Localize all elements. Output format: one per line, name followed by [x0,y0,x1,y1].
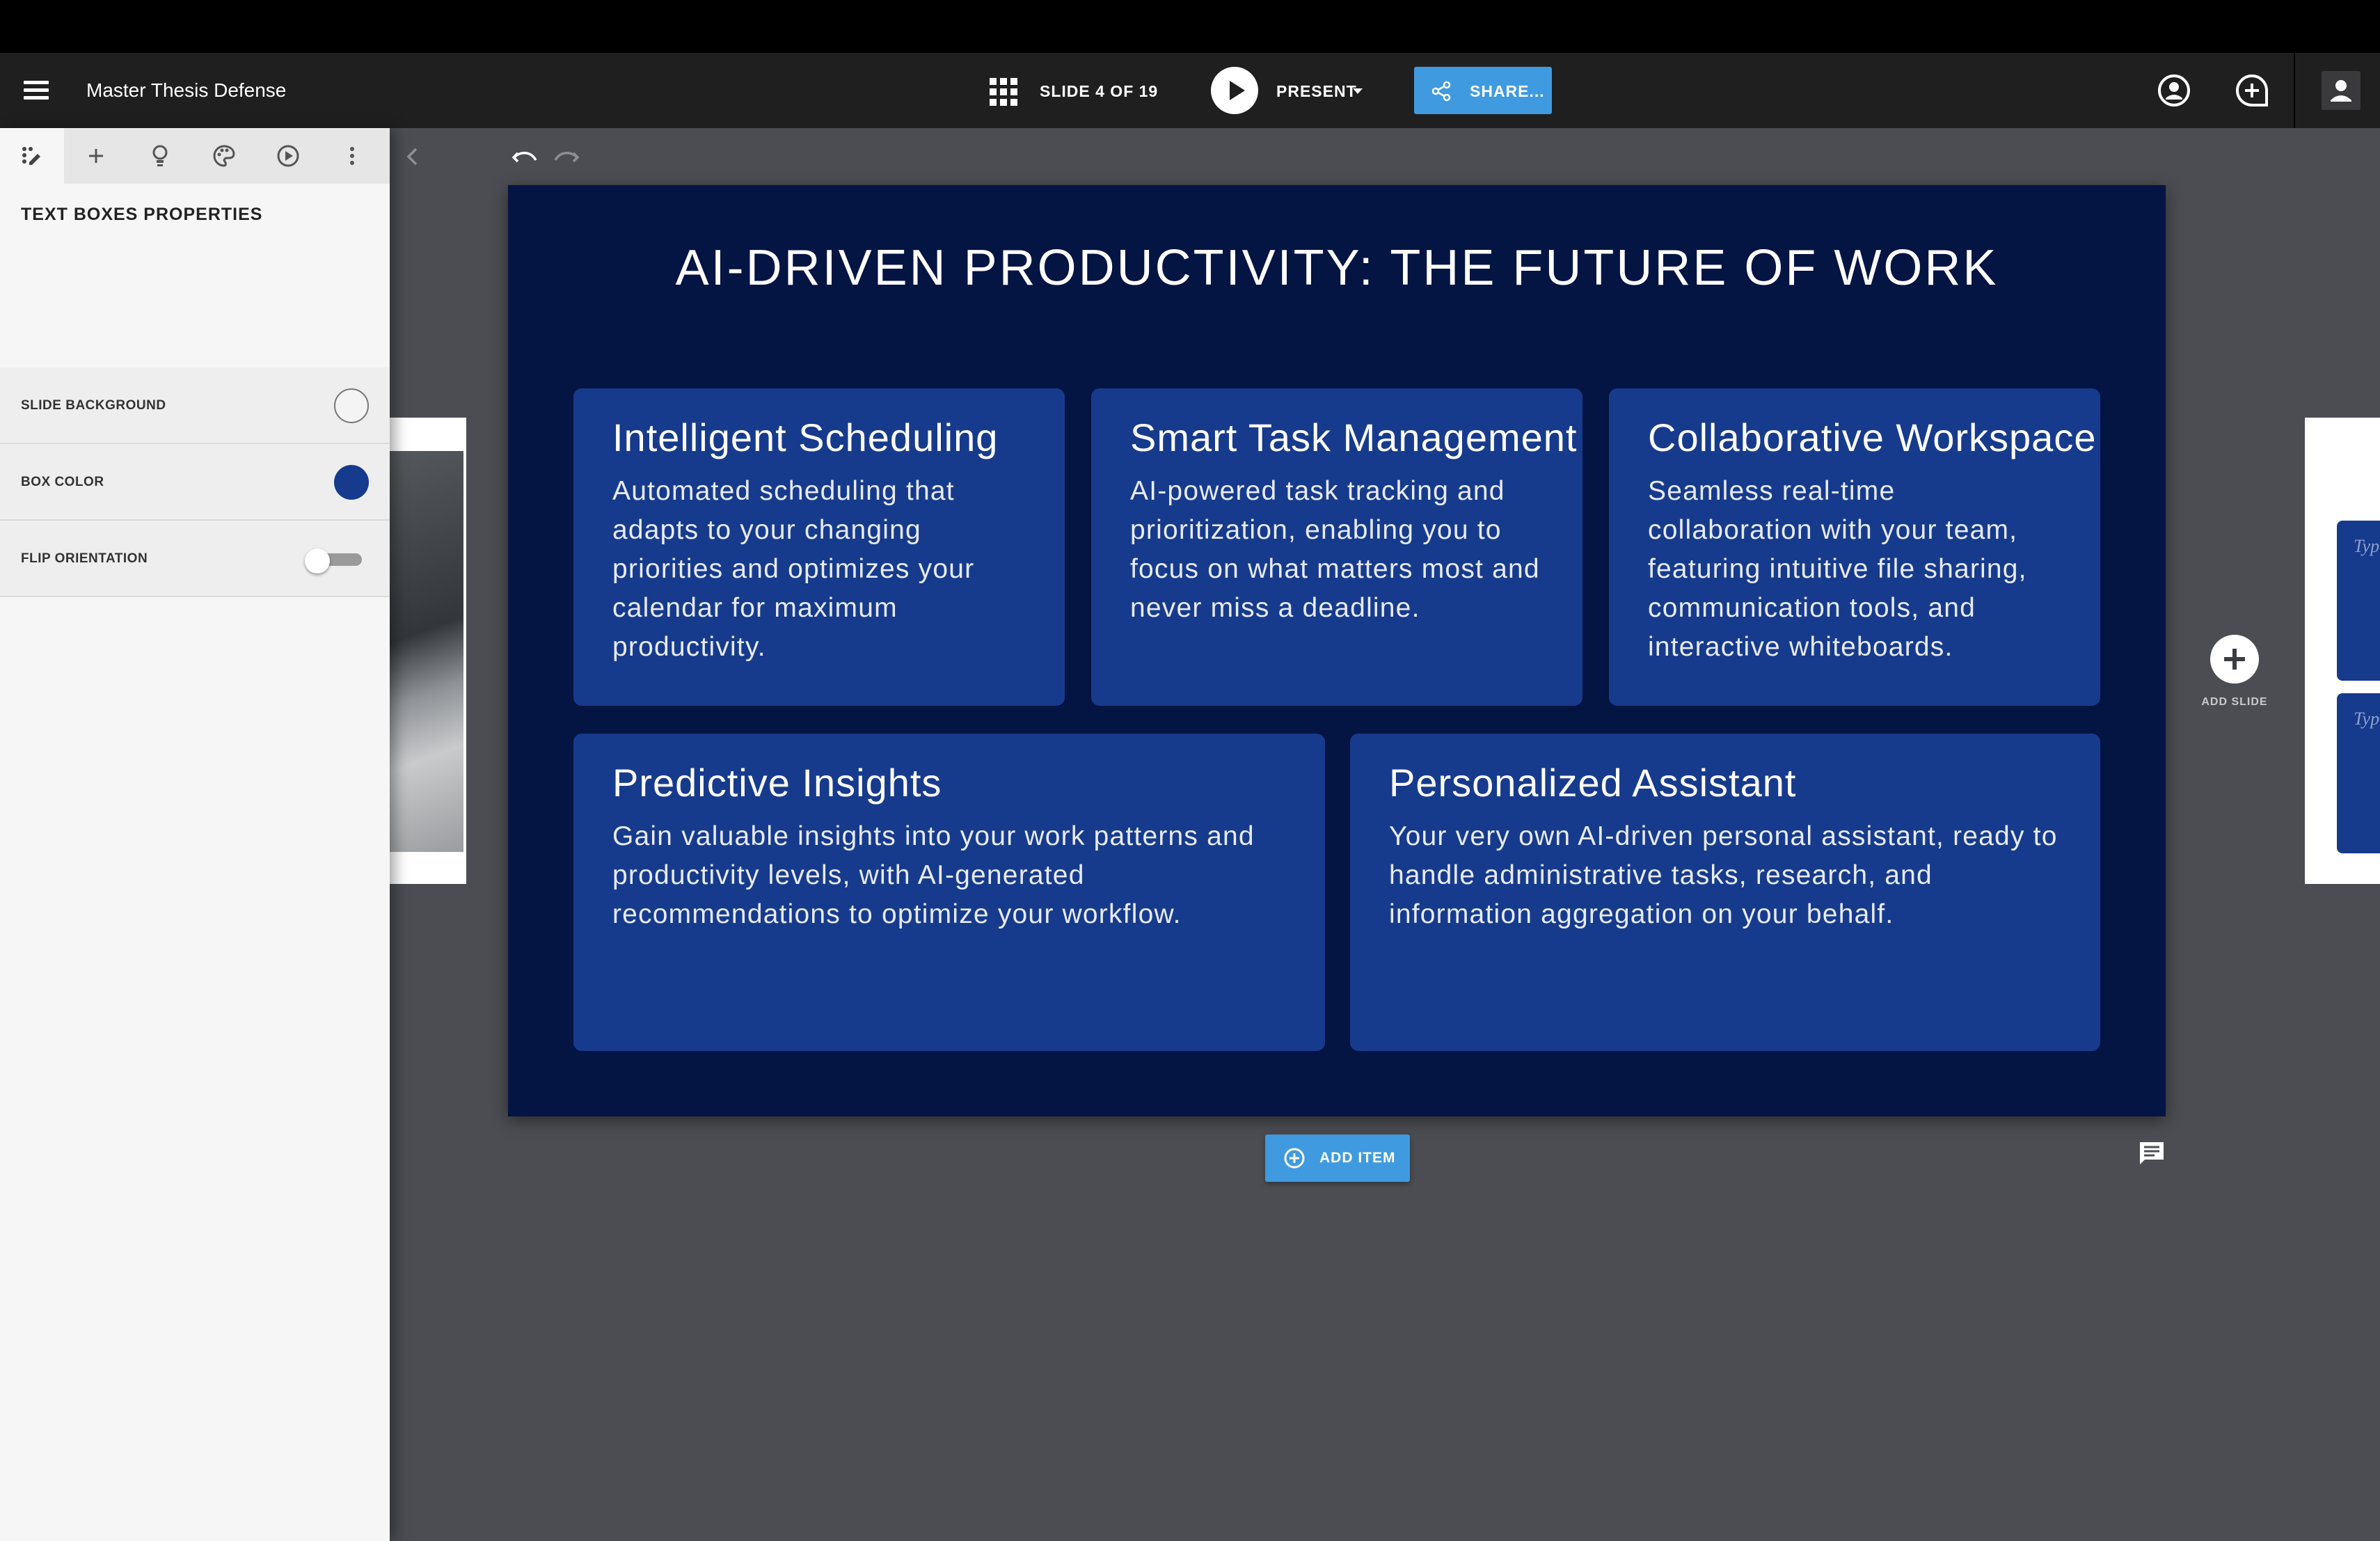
property-flip-orientation: FLIP ORIENTATION [0,521,390,597]
panel-toolbar [0,128,390,184]
avatar-icon [2322,71,2361,110]
card-body[interactable]: AI-powered task tracking and prioritizat… [1130,472,1545,628]
palette-icon[interactable] [192,128,256,184]
box-color-swatch[interactable] [334,465,369,500]
add-item-label: ADD ITEM [1319,1150,1396,1166]
slide-title[interactable]: AI-DRIVEN PRODUCTIVITY: THE FUTURE OF WO… [508,237,2166,299]
slide-grid-icon[interactable] [990,78,1017,106]
text-box-card[interactable]: Predictive Insights Gain valuable insigh… [573,734,1325,1051]
card-title[interactable]: Predictive Insights [612,759,1287,807]
flip-orientation-toggle[interactable] [305,548,363,574]
undo-icon[interactable] [512,145,539,168]
property-label: SLIDE BACKGROUND [21,398,166,413]
text-box-card[interactable]: Smart Task Management AI-powered task tr… [1091,388,1582,706]
add-circle-icon [1284,1148,1305,1169]
caret-down-icon[interactable] [1353,88,1363,94]
card-title[interactable]: Smart Task Management [1130,413,1576,462]
slide-canvas[interactable]: AI-DRIVEN PRODUCTIVITY: THE FUTURE OF WO… [508,185,2166,1116]
card-body[interactable]: Gain valuable insights into your work pa… [612,817,1287,934]
slide-counter[interactable]: SLIDE 4 OF 19 [1040,81,1158,102]
add-slide-button[interactable] [2210,635,2259,683]
slide-background-swatch[interactable] [334,388,369,423]
chevron-left-icon[interactable] [404,146,422,167]
share-icon [1431,81,1451,102]
card-title[interactable]: Collaborative Workspace [1648,413,2095,462]
lightbulb-icon[interactable] [128,128,192,184]
panel-heading: TEXT BOXES PROPERTIES [21,205,263,224]
menu-icon[interactable] [24,81,49,100]
app-header: Master Thesis Defense SLIDE 4 OF 19 PRES… [0,53,2380,128]
layout-icon[interactable] [0,128,64,184]
play-icon[interactable] [1211,67,1258,114]
text-box-card[interactable]: Intelligent Scheduling Automated schedul… [573,388,1065,706]
top-strip [0,0,2380,53]
card-title[interactable]: Personalized Assistant [1389,759,2063,807]
add-comment-icon[interactable] [2234,72,2270,109]
share-label: SHARE... [1470,82,1545,100]
card-title[interactable]: Intelligent Scheduling [612,413,1027,462]
add-item-button[interactable]: ADD ITEM [1265,1135,1410,1182]
speaker-notes-icon[interactable] [2138,1140,2166,1167]
text-box-card[interactable]: Personalized Assistant Your very own AI-… [1350,734,2100,1051]
more-vertical-icon[interactable] [320,128,384,184]
text-box-card[interactable]: Collaborative Workspace Seamless real-ti… [1609,388,2100,706]
present-button[interactable]: PRESENT [1276,81,1357,102]
account-avatar[interactable] [2294,53,2380,128]
add-icon[interactable] [64,128,128,184]
redo-icon[interactable] [553,145,579,168]
share-button[interactable]: SHARE... [1414,67,1552,114]
card-body[interactable]: Automated scheduling that adapts to your… [612,472,1027,667]
document-title[interactable]: Master Thesis Defense [86,78,286,103]
thumbnail-image [390,451,463,852]
property-slide-background: SLIDE BACKGROUND [0,368,390,444]
properties-panel: TEXT BOXES PROPERTIES SLIDE BACKGROUND B… [0,128,390,1541]
property-label: FLIP ORIENTATION [21,551,148,566]
thumbnail-card: Typ [2337,693,2380,853]
property-box-color: BOX COLOR [0,444,390,521]
add-slide-label[interactable]: ADD SLIDE [2171,696,2298,709]
play-circle-icon[interactable] [256,128,320,184]
property-label: BOX COLOR [21,475,104,489]
card-body[interactable]: Your very own AI-driven personal assista… [1389,817,2063,934]
thumbnail-card: Typ [2337,521,2380,681]
user-circle-icon[interactable] [2156,72,2192,109]
card-body[interactable]: Seamless real-time collaboration with yo… [1648,472,2063,667]
next-slide-thumbnail[interactable]: Typ Typ [2305,418,2380,884]
